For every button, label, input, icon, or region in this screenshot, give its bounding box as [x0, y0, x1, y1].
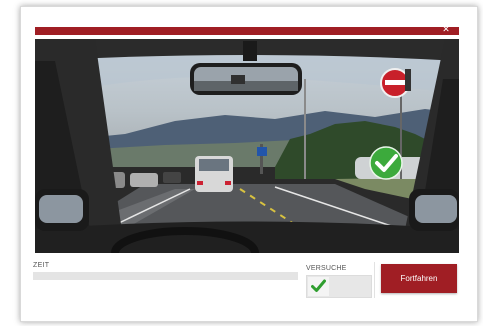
dialog-header-bar [35, 27, 459, 35]
driving-scene-video [35, 39, 459, 253]
time-progress-bar [33, 272, 298, 280]
attempt-slot [308, 277, 329, 296]
check-icon [311, 279, 326, 292]
check-circle-icon [369, 146, 403, 180]
close-icon[interactable]: ✕ [441, 24, 451, 34]
attempts-label: VERSUCHE [306, 265, 347, 272]
divider [374, 262, 375, 298]
progress-label: ZEIT [33, 262, 50, 269]
attempts-indicator [306, 275, 372, 298]
continue-button[interactable]: Fortfahren [381, 264, 457, 293]
